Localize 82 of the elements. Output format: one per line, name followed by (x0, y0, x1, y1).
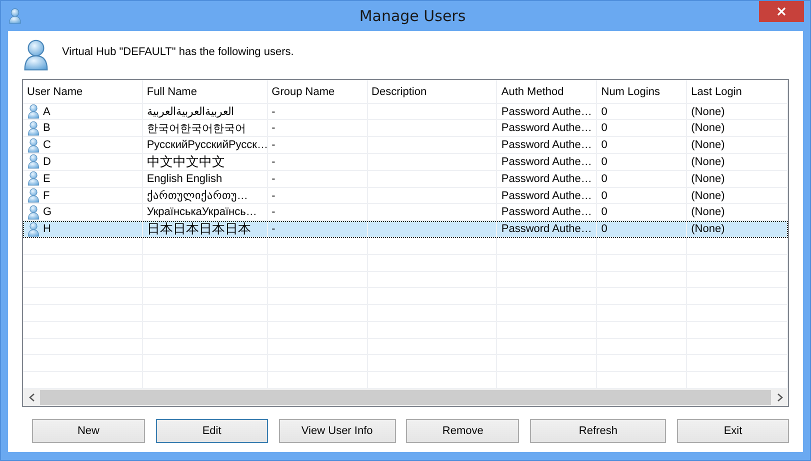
user-icon (27, 222, 40, 237)
dialog-button[interactable]: New (32, 419, 145, 443)
dialog-button[interactable]: Exit (676, 419, 789, 443)
table-cell: D (43, 156, 51, 168)
table-cell: E (43, 172, 50, 185)
table-cell: 0 (601, 190, 608, 202)
table-cell: 日本日本日本日本 (146, 221, 251, 238)
table-cell: УкраїнськаУкраїнсь… (146, 206, 257, 218)
table-cell: C (43, 139, 51, 152)
table-cell: H (43, 223, 51, 236)
table-cell: A (43, 106, 50, 118)
column-header[interactable]: User Name (23, 80, 143, 103)
table-cell: 0 (601, 172, 608, 185)
user-icon (27, 120, 40, 136)
user-row[interactable]: H 日本日本日本日本 - Password Authe… 0 (None) (23, 221, 788, 238)
table-cell: Password Authe… (501, 206, 592, 218)
table-cell: - (272, 106, 276, 118)
table-cell: Password Authe… (501, 156, 592, 168)
user-icon (27, 188, 40, 203)
window-title: Manage Users (359, 7, 466, 25)
close-button[interactable] (759, 1, 804, 22)
table-cell: العربيةالعربيةالعربية (146, 105, 234, 118)
dialog-button[interactable]: Edit (156, 419, 268, 443)
table-cell: 0 (601, 223, 608, 236)
table-cell: Password Authe… (501, 106, 592, 118)
table-cell: - (272, 190, 276, 202)
user-row[interactable]: F ქართულიქართუ… - Password Authe… 0 (None) (23, 188, 788, 204)
dialog-button[interactable]: View User Info (278, 419, 396, 443)
table-cell: (None) (691, 172, 725, 185)
column-header[interactable]: Auth Method (497, 80, 598, 103)
table-cell: (None) (691, 106, 725, 118)
table-cell: - (272, 156, 276, 168)
app-icon (8, 8, 22, 24)
table-cell: 0 (601, 122, 608, 134)
user-row[interactable]: E English English - Password Authe… 0 (None) (23, 170, 788, 188)
table-cell: B (43, 122, 50, 134)
column-header[interactable]: Description (368, 80, 498, 103)
close-icon (777, 7, 786, 16)
table-cell: - (272, 139, 276, 152)
user-icon (27, 204, 40, 220)
dialog-button[interactable]: Remove (406, 419, 520, 443)
user-icon (27, 171, 40, 186)
table-cell: РусскийРусскийРусск… (146, 139, 267, 152)
user-icon (27, 154, 40, 170)
table-cell: - (272, 206, 276, 218)
column-header[interactable]: Full Name (142, 80, 268, 103)
user-icon (27, 104, 40, 119)
table-cell: 0 (601, 206, 608, 218)
table-cell: - (272, 223, 276, 236)
user-icon (27, 138, 40, 152)
table-cell: (None) (691, 139, 725, 152)
table-cell: - (272, 172, 276, 185)
user-icon (22, 39, 50, 72)
table-cell: 中文中文中文 (146, 154, 225, 170)
user-row[interactable]: D 中文中文中文 - Password Authe… 0 (None) (23, 154, 788, 171)
message-text: Virtual Hub "DEFAULT" has the following users. (62, 46, 294, 58)
table-cell: 0 (601, 139, 608, 152)
table-cell: (None) (691, 122, 725, 134)
table-cell: F (43, 190, 50, 202)
horizontal-scrollbar[interactable] (23, 389, 788, 406)
table-cell-text: 한국어한국어한국어 (146, 122, 246, 136)
table-cell: G (43, 206, 52, 218)
user-row[interactable]: B 한국어한국어한국어 - Password Authe… 0 (None) (23, 120, 788, 138)
column-header[interactable]: Last Login (687, 80, 788, 103)
table-cell: (None) (691, 223, 725, 236)
dialog-button[interactable]: Refresh (530, 419, 666, 443)
table-cell: (None) (691, 156, 725, 168)
table-cell: - (272, 122, 276, 134)
table-cell: English English (146, 172, 222, 185)
table-cell: Password Authe… (501, 122, 592, 134)
table-cell: Password Authe… (501, 190, 592, 202)
table-cell: ქართულიქართუ… (146, 189, 248, 202)
user-row[interactable]: C РусскийРусскийРусск… - Password Authe… 0 (None) (23, 137, 788, 154)
table-cell: Password Authe… (501, 223, 592, 236)
table-cell: (None) (691, 206, 725, 218)
table-cell: 0 (601, 156, 608, 168)
column-header[interactable]: Num Logins (597, 80, 688, 103)
table-cell: (None) (691, 190, 725, 202)
column-header[interactable]: Group Name (268, 80, 368, 103)
table-cell: Password Authe… (501, 172, 592, 185)
table-cell: Password Authe… (501, 139, 592, 152)
table-cell: 0 (601, 106, 608, 118)
